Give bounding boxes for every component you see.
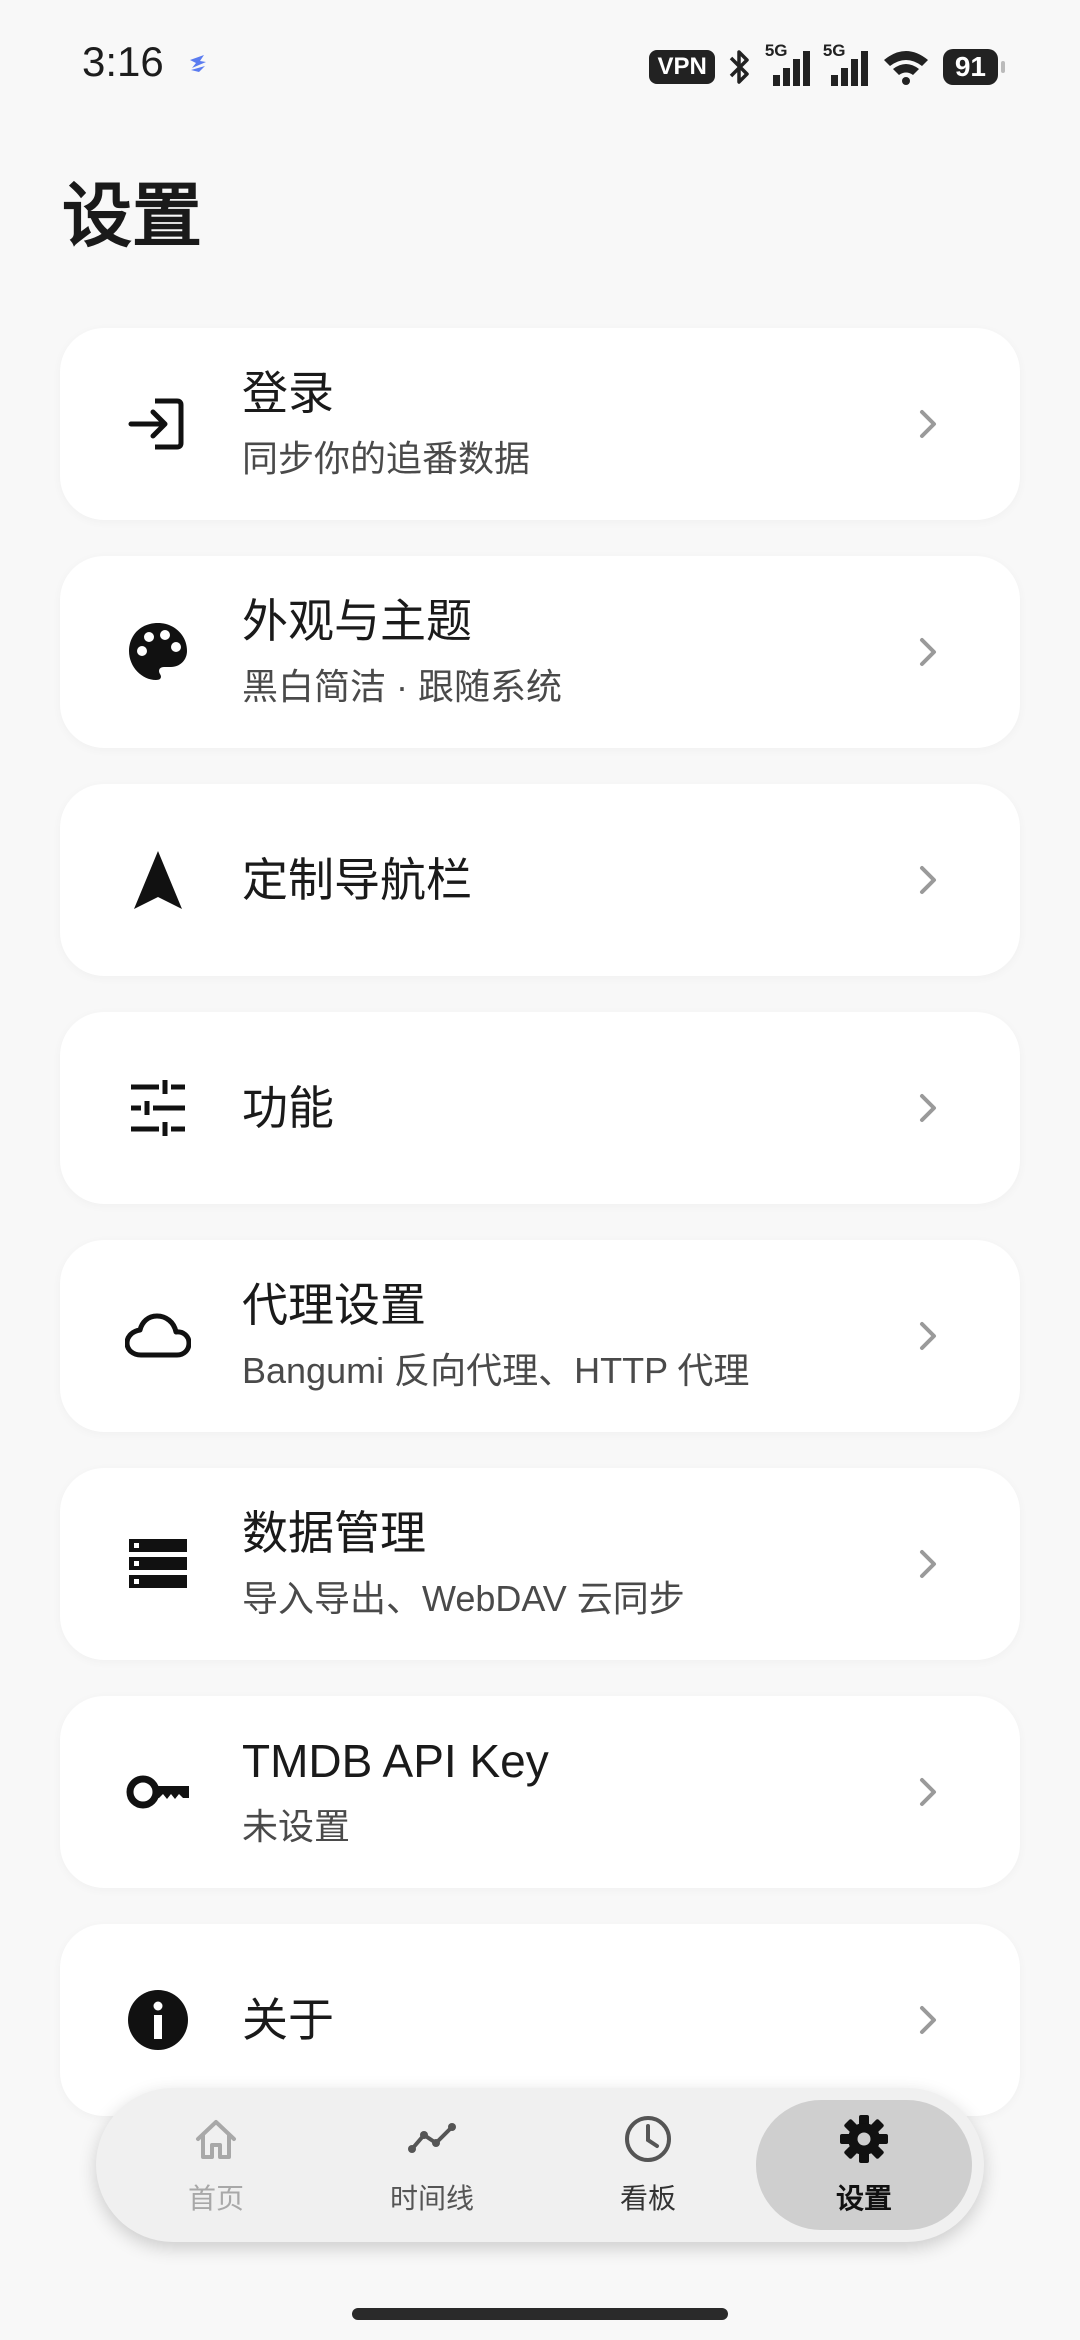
timeline-icon (408, 2123, 456, 2153)
battery-indicator: 91 (942, 49, 1006, 85)
home-icon (196, 2120, 236, 2159)
settings-item-tmdb-api-key[interactable]: TMDB API Key 未设置 (60, 1696, 1020, 1888)
settings-item-login[interactable]: 登录 同步你的追番数据 (60, 328, 1020, 520)
wifi-icon (883, 51, 928, 85)
settings-item-title: 关于 (242, 1994, 334, 2046)
gear-icon (840, 2115, 888, 2163)
settings-item-subtitle: 导入导出、WebDAV 云同步 (242, 1578, 685, 1619)
storage-icon (122, 1528, 194, 1600)
bluetooth-icon (729, 50, 749, 84)
status-time: 3:16 (82, 38, 164, 85)
nav-item-timeline[interactable]: 时间线 (324, 2100, 540, 2230)
settings-item-subtitle: Bangumi 反向代理、HTTP 代理 (242, 1350, 750, 1391)
clock-icon (625, 2116, 671, 2162)
settings-item-subtitle: 未设置 (242, 1806, 351, 1847)
signal-icon (772, 51, 810, 86)
settings-item-subtitle: 同步你的追番数据 (242, 438, 531, 479)
settings-item-title: 功能 (242, 1082, 334, 1134)
status-bar: 3:16 VPN 5G 5G 91 (0, 0, 1080, 140)
settings-item-title: 登录 (242, 367, 334, 419)
page-title: 设置 (62, 177, 202, 255)
nav-item-home[interactable]: 首页 (108, 2100, 324, 2230)
nav-item-settings[interactable]: 设置 (756, 2100, 972, 2230)
palette-icon (122, 616, 194, 688)
settings-item-proxy[interactable]: 代理设置 Bangumi 反向代理、HTTP 代理 (60, 1240, 1020, 1432)
chevron-right-icon (920, 1778, 936, 1806)
signal-icon (830, 51, 868, 86)
nav-item-board[interactable]: 看板 (540, 2100, 756, 2230)
settings-item-title: 定制导航栏 (242, 854, 472, 906)
signal-2: 5G (823, 41, 869, 87)
info-icon (122, 1984, 194, 2056)
chevron-right-icon (920, 1094, 936, 1122)
settings-item-title: 代理设置 (242, 1279, 426, 1331)
settings-item-appearance[interactable]: 外观与主题 黑白简洁 · 跟随系统 (60, 556, 1020, 748)
chevron-right-icon (920, 638, 936, 666)
settings-item-title: TMDB API Key (242, 1735, 549, 1787)
settings-item-data-management[interactable]: 数据管理 导入导出、WebDAV 云同步 (60, 1468, 1020, 1660)
settings-item-title: 数据管理 (242, 1507, 426, 1559)
nav-label: 设置 (835, 2183, 892, 2214)
nav-label: 看板 (619, 2183, 676, 2214)
nav-label: 首页 (187, 2183, 244, 2214)
cloud-icon (122, 1300, 194, 1372)
chevron-right-icon (920, 410, 936, 438)
vpn-badge: VPN (649, 50, 715, 84)
settings-item-navbar[interactable]: 定制导航栏 (60, 784, 1020, 976)
login-icon (122, 388, 194, 460)
signal-1: 5G (765, 41, 811, 87)
settings-item-subtitle: 黑白简洁 · 跟随系统 (242, 666, 562, 707)
settings-item-features[interactable]: 功能 (60, 1012, 1020, 1204)
chevron-right-icon (920, 2006, 936, 2034)
bottom-navigation: 首页 时间线 看板 设置 (96, 2088, 984, 2242)
key-icon (122, 1756, 194, 1828)
chevron-right-icon (920, 1322, 936, 1350)
app-notification-icon (190, 55, 206, 72)
chevron-right-icon (920, 866, 936, 894)
nav-label: 时间线 (389, 2183, 474, 2214)
settings-item-title: 外观与主题 (242, 595, 472, 647)
chevron-right-icon (920, 1550, 936, 1578)
navigation-icon (122, 844, 194, 916)
home-indicator[interactable] (352, 2308, 728, 2320)
tune-icon (122, 1072, 194, 1144)
